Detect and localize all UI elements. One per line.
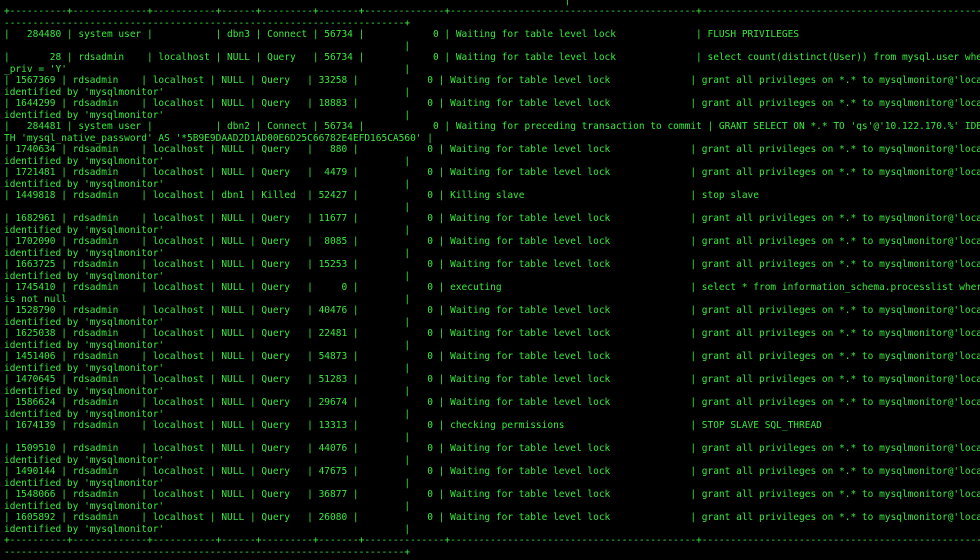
terminal-line: identified by 'mysqlmonitor' | <box>4 316 411 328</box>
terminal-window[interactable]: | +----------+-------------+-----------+-… <box>4 0 980 560</box>
terminal-line: _priv = 'Y' | <box>4 63 411 75</box>
terminal-line: | 1682961 | rdsadmin | localhost | NULL … <box>4 213 980 224</box>
terminal-line: identified by 'mysqlmonitor' | <box>4 109 411 121</box>
terminal-line: | 284480 | system user | | dbn3 | Connec… <box>4 29 800 40</box>
terminal-line: identified by 'mysqlmonitor' | <box>4 339 411 351</box>
terminal-line: ----------------------------------------… <box>4 17 411 29</box>
terminal-line: | 1605892 | rdsadmin | localhost | NULL … <box>4 512 980 523</box>
terminal-line: identified by 'mysqlmonitor' | <box>4 247 411 259</box>
terminal-line: identified by 'mysqlmonitor' | <box>4 270 411 282</box>
terminal-line: | <box>4 431 411 443</box>
terminal-line: | 1644299 | rdsadmin | localhost | NULL … <box>4 98 980 109</box>
terminal-line: identified by 'mysqlmonitor' | <box>4 523 411 535</box>
terminal-line: identified by 'mysqlmonitor' | <box>4 362 411 374</box>
terminal-line: identified by 'mysqlmonitor' | <box>4 500 411 512</box>
terminal-line: identified by 'mysqlmonitor' | <box>4 86 411 98</box>
terminal-line: | 1745410 | rdsadmin | localhost | NULL … <box>4 282 980 293</box>
terminal-line: identified by 'mysqlmonitor' | <box>4 385 411 397</box>
terminal-line: | <box>4 201 411 213</box>
terminal-line: +----------+-------------+-----------+--… <box>4 535 980 546</box>
terminal-line: | 1509510 | rdsadmin | localhost | NULL … <box>4 443 980 454</box>
terminal-line: TH 'mysql_native_password' AS '*5B9E9DAA… <box>4 132 433 144</box>
terminal-line: identified by 'mysqlmonitor' | <box>4 155 411 167</box>
terminal-line: | 1528790 | rdsadmin | localhost | NULL … <box>4 305 980 316</box>
terminal-line: | 1721481 | rdsadmin | localhost | NULL … <box>4 167 980 178</box>
terminal-line: | 1567369 | rdsadmin | localhost | NULL … <box>4 75 980 86</box>
terminal-line: | 1490144 | rdsadmin | localhost | NULL … <box>4 466 980 477</box>
terminal-line: | 1702090 | rdsadmin | localhost | NULL … <box>4 236 980 247</box>
terminal-line: | 1625038 | rdsadmin | localhost | NULL … <box>4 328 980 339</box>
terminal-line: | 1663725 | rdsadmin | localhost | NULL … <box>4 259 980 270</box>
terminal-line: | <box>4 40 411 52</box>
terminal-line: | 1586624 | rdsadmin | localhost | NULL … <box>4 397 980 408</box>
terminal-line: | 1470645 | rdsadmin | localhost | NULL … <box>4 374 980 385</box>
processlist-output: | +----------+-------------+-----------+-… <box>4 0 980 558</box>
terminal-line: identified by 'mysqlmonitor' | <box>4 224 411 236</box>
terminal-line: is not null | <box>4 293 411 305</box>
terminal-line: identified by 'mysqlmonitor' | <box>4 178 411 190</box>
terminal-line: ----------------------------------------… <box>4 546 411 558</box>
terminal-line: | 1740634 | rdsadmin | localhost | NULL … <box>4 144 980 155</box>
terminal-line: | 1451406 | rdsadmin | localhost | NULL … <box>4 351 980 362</box>
terminal-line: identified by 'mysqlmonitor' | <box>4 408 411 420</box>
terminal-line: identified by 'mysqlmonitor' | <box>4 454 411 466</box>
terminal-line: +----------+-------------+-----------+--… <box>4 6 980 17</box>
terminal-line: identified by 'mysqlmonitor' | <box>4 477 411 489</box>
terminal-line: | 28 | rdsadmin | localhost | NULL | Que… <box>4 52 980 63</box>
terminal-line: | 1548066 | rdsadmin | localhost | NULL … <box>4 489 980 500</box>
terminal-line: | 1449818 | rdsadmin | localhost | dbn1 … <box>4 190 759 201</box>
terminal-line: | 1674139 | rdsadmin | localhost | NULL … <box>4 420 822 431</box>
terminal-line: | 284481 | system user | | dbn2 | Connec… <box>4 121 980 132</box>
